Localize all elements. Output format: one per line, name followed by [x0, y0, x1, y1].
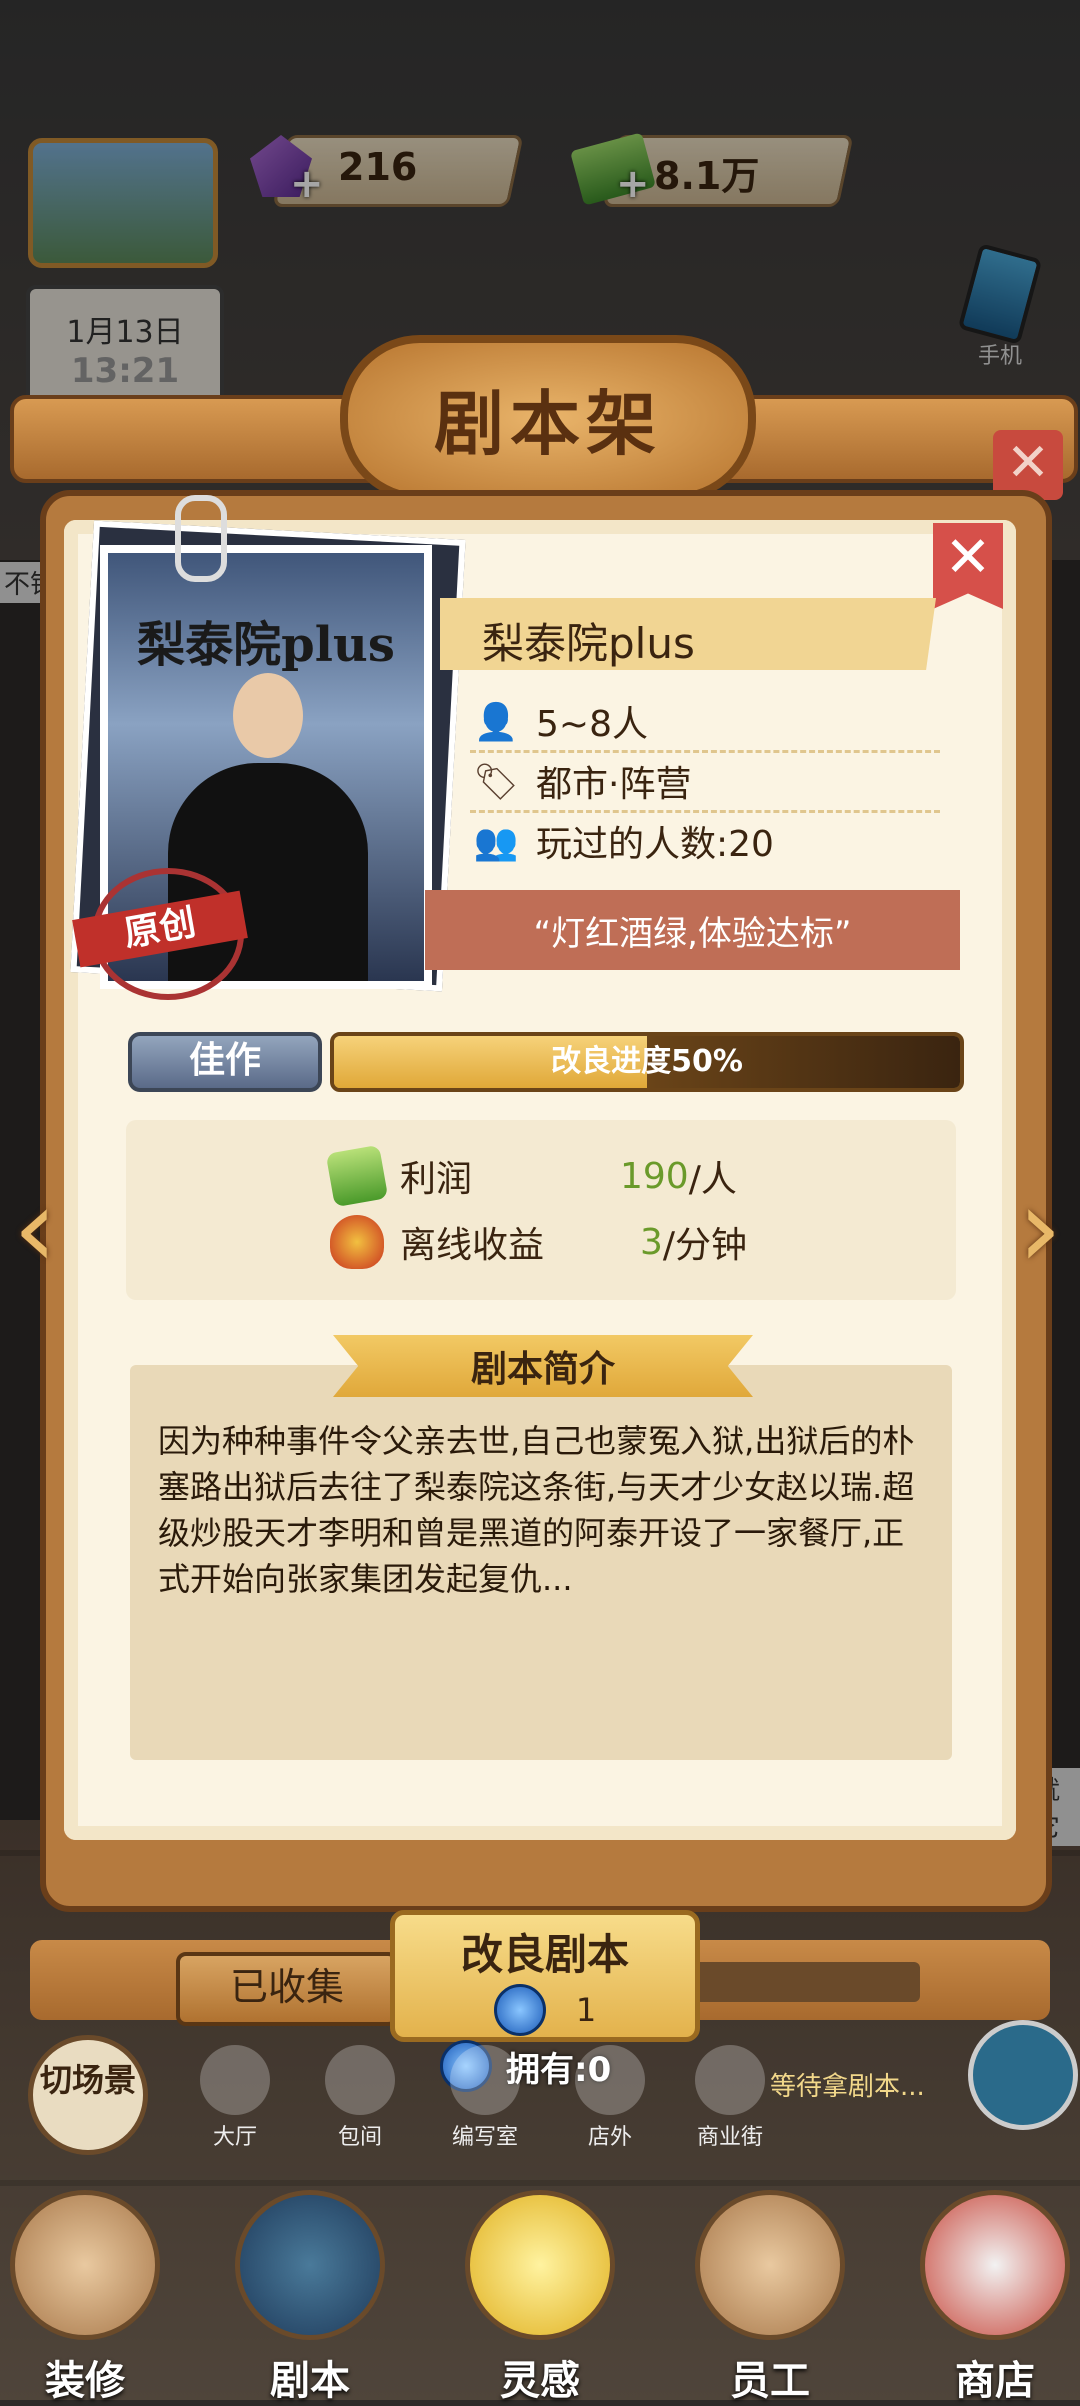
nav-room[interactable]: 包间 — [305, 2045, 415, 2165]
nav-street[interactable]: 商业街 — [675, 2045, 785, 2165]
shelf-title-plaque: 剧本架 — [340, 335, 756, 501]
collection-progress-track — [690, 1962, 920, 2002]
improve-cost: 1 — [575, 1991, 597, 2029]
staff-icon — [695, 2190, 845, 2340]
nav-decorate-label: 装修 — [45, 2358, 125, 2404]
played-row: 👥 玩过的人数:20 — [470, 812, 940, 870]
nav-decorate[interactable]: 装修 — [0, 2190, 170, 2404]
person-icon: 👤 — [473, 702, 519, 743]
script-book-icon — [235, 2190, 385, 2340]
room-icon — [325, 2045, 395, 2115]
nav-shop[interactable]: 商店 — [910, 2190, 1080, 2404]
offline-row: 离线收益 3 /分钟 — [330, 1214, 747, 1270]
script-shortcut-button[interactable] — [968, 2020, 1078, 2130]
ticker-text: 等待拿剧本... — [770, 2072, 925, 2102]
street-icon — [695, 2045, 765, 2115]
offline-label: 离线收益 — [400, 1225, 545, 1266]
intro-title-band: 剧本简介 — [333, 1335, 753, 1397]
script-name: 梨泰院plus — [482, 619, 695, 668]
nav-staff[interactable]: 员工 — [685, 2190, 855, 2404]
intro-text: 因为种种事件令父亲去世,自己也蒙冤入狱,出狱后的朴塞路出狱后去往了梨泰院这条街,… — [158, 1422, 915, 1598]
profit-unit: /人 — [688, 1159, 737, 1200]
script-name-banner: 梨泰院plus — [440, 598, 936, 670]
money-bag-icon — [330, 1215, 384, 1269]
shelf-title: 剧本架 — [434, 382, 662, 465]
quote-band: “灯红酒绿,体验达标” — [425, 890, 960, 970]
poster-figure-head — [233, 673, 303, 758]
nav-script[interactable]: 剧本 — [225, 2190, 395, 2404]
profit-value: 190 — [620, 1155, 689, 1197]
poster-title: 梨泰院plus — [137, 617, 395, 673]
nav-room-label: 包间 — [337, 2125, 382, 2150]
shop-icon — [920, 2190, 1070, 2340]
intro-title: 剧本简介 — [470, 1349, 615, 1390]
nav-writing[interactable]: 编写室 — [430, 2045, 540, 2165]
money-icon — [325, 1144, 389, 1208]
group-icon: 👥 — [473, 822, 519, 863]
nav-shop-label: 商店 — [955, 2358, 1035, 2404]
nav-hall-label: 大厅 — [212, 2125, 257, 2150]
prev-script-button[interactable]: ‹ — [0, 1168, 70, 1298]
quote-text: “灯红酒绿,体验达标” — [533, 913, 852, 954]
writing-icon — [450, 2045, 520, 2115]
progress-label: 改良进度50% — [551, 1044, 743, 1079]
genre-text: 都市·阵营 — [536, 764, 692, 805]
next-script-button[interactable]: › — [1005, 1168, 1075, 1298]
profit-label: 利润 — [400, 1159, 473, 1200]
nav-hall[interactable]: 大厅 — [180, 2045, 290, 2165]
nav-writing-label: 编写室 — [451, 2125, 518, 2150]
nav-inspiration[interactable]: 灵感 — [455, 2190, 625, 2404]
decorate-icon — [10, 2190, 160, 2340]
hall-icon — [200, 2045, 270, 2115]
nav-script-label: 剧本 — [270, 2358, 350, 2404]
players-text: 5~8人 — [536, 704, 648, 745]
switch-scene-button[interactable]: 切场景 — [28, 2035, 148, 2155]
nav-inspiration-label: 灵感 — [500, 2358, 580, 2404]
inspiration-icon — [465, 2190, 615, 2340]
paperclip-icon — [175, 495, 227, 582]
improve-progress-bar: 改良进度50% — [330, 1032, 964, 1092]
offline-value: 3 — [640, 1221, 663, 1263]
nav-street-label: 商业街 — [696, 2125, 763, 2150]
thumbs-coin-icon — [493, 1984, 546, 2036]
offline-unit: /分钟 — [662, 1225, 748, 1266]
improve-script-button[interactable]: 改良剧本 1 — [390, 1910, 700, 2042]
players-row: 👤 5~8人 — [470, 692, 940, 753]
improve-script-label: 改良剧本 — [460, 1930, 629, 1979]
nav-staff-label: 员工 — [730, 2358, 810, 2404]
nav-outside-label: 店外 — [587, 2125, 632, 2150]
outside-icon — [575, 2045, 645, 2115]
played-count-text: 玩过的人数:20 — [536, 824, 774, 865]
grade-badge: 佳作 — [128, 1032, 322, 1092]
collected-button[interactable]: 已收集 — [176, 1952, 398, 2026]
profit-row: 利润 190 /人 — [325, 1144, 737, 1208]
tag-icon: 🏷 — [473, 762, 519, 803]
genre-row: 🏷 都市·阵营 — [470, 752, 940, 813]
nav-outside[interactable]: 店外 — [555, 2045, 665, 2165]
stats-panel — [126, 1120, 956, 1300]
